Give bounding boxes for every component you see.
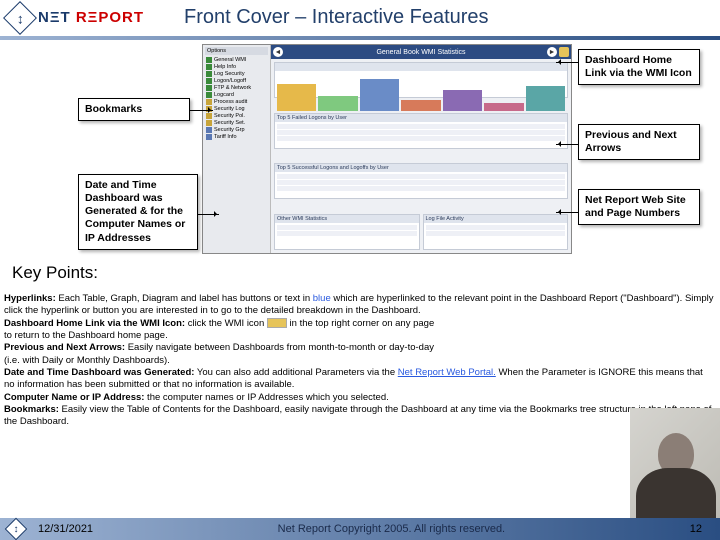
- tree-icon: [206, 64, 212, 70]
- bookmark-item[interactable]: Security Grp: [205, 126, 268, 133]
- bookmark-item[interactable]: Logcard: [205, 91, 268, 98]
- dashboard-main: ◄ General Book WMI Statistics ► Top 5 Fa…: [271, 45, 571, 253]
- tree-icon: [206, 134, 212, 140]
- logo-diamond-icon: ↕: [3, 1, 37, 35]
- table-panel[interactable]: Other WMI Statistics: [274, 214, 420, 251]
- panel-header: Top 5 Failed Logons by User: [275, 114, 567, 122]
- brand-report: RΞPORT: [76, 9, 144, 26]
- callout-bookmarks: Bookmarks: [78, 98, 190, 121]
- chart-panel[interactable]: [274, 62, 568, 98]
- wmi-home-icon[interactable]: [559, 47, 569, 57]
- callout-arrow: [189, 110, 213, 111]
- callout-arrow: [556, 144, 578, 145]
- dashboard-titlebar: ◄ General Book WMI Statistics ►: [271, 45, 571, 59]
- decorative-photo: [630, 408, 720, 528]
- wmi-inline-icon: [267, 318, 287, 328]
- tree-icon: [206, 57, 212, 63]
- footer-copyright: Net Report Copyright 2005. All rights re…: [278, 523, 505, 535]
- footer-logo-icon: ↕: [5, 518, 28, 540]
- panel-header: Other WMI Statistics: [275, 215, 419, 223]
- bookmark-item[interactable]: Security Pol.: [205, 112, 268, 119]
- tree-icon: [206, 113, 212, 119]
- bookmark-item[interactable]: Log Security: [205, 70, 268, 77]
- callout-arrow: [556, 212, 578, 213]
- brand-net: NΞT: [38, 9, 76, 26]
- bookmark-item[interactable]: Security Log: [205, 105, 268, 112]
- dashboard-body: Top 5 Failed Logons by User Top 5 Succes…: [271, 59, 571, 253]
- bookmark-item[interactable]: Tariff Info: [205, 133, 268, 140]
- table-panel[interactable]: Top 5 Failed Logons by User: [274, 113, 568, 149]
- bookmark-item[interactable]: Logon/Logoff: [205, 77, 268, 84]
- panel-header: [275, 63, 567, 71]
- blue-text-sample: blue: [313, 293, 331, 304]
- keypoints-heading: Key Points:: [12, 263, 98, 283]
- keypoints-body: Hyperlinks: Each Table, Graph, Diagram a…: [4, 293, 714, 429]
- footer-date: 12/31/2021: [38, 523, 93, 535]
- next-arrow-icon[interactable]: ►: [547, 47, 557, 57]
- panel-header: Top 5 Successful Logons and Logoffs by U…: [275, 164, 567, 172]
- callout-arrow: [197, 214, 219, 215]
- panel-header: Log File Activity: [424, 215, 568, 223]
- tree-icon: [206, 99, 212, 105]
- tree-icon: [206, 92, 212, 98]
- slide-footer: ↕ 12/31/2021 Net Report Copyright 2005. …: [0, 518, 720, 540]
- callout-datetime: Date and Time Dashboard was Generated & …: [78, 174, 198, 250]
- callout-dashhome: Dashboard Home Link via the WMI Icon: [578, 49, 700, 85]
- bookmark-item[interactable]: Security Set.: [205, 119, 268, 126]
- tree-icon: [206, 85, 212, 91]
- brand-logo: ↕ NΞT RΞPORT: [8, 6, 144, 30]
- bookmarks-pane[interactable]: Options General WMI Help Info Log Securi…: [203, 45, 271, 253]
- bookmark-item[interactable]: Process audit: [205, 98, 268, 105]
- bookmark-item[interactable]: Help Info: [205, 63, 268, 70]
- tree-icon: [206, 78, 212, 84]
- callout-prevnext: Previous and Next Arrows: [578, 124, 700, 160]
- bookmark-item[interactable]: FTP & Network: [205, 84, 268, 91]
- tree-icon: [206, 127, 212, 133]
- bookmark-item[interactable]: General WMI: [205, 56, 268, 63]
- callout-netreport: Net Report Web Site and Page Numbers: [578, 189, 700, 225]
- footer-page-number: 12: [690, 523, 702, 535]
- dashboard-title: General Book WMI Statistics: [376, 49, 465, 56]
- callout-arrow: [556, 62, 578, 63]
- dashboard-screenshot: Options General WMI Help Info Log Securi…: [202, 44, 572, 254]
- table-panel[interactable]: Top 5 Successful Logons and Logoffs by U…: [274, 163, 568, 199]
- diagram-area: Options General WMI Help Info Log Securi…: [0, 44, 720, 314]
- bookmarks-header: Options: [205, 47, 268, 55]
- tree-icon: [206, 71, 212, 77]
- slide-header: ↕ NΞT RΞPORT Front Cover – Interactive F…: [0, 0, 720, 35]
- tree-icon: [206, 120, 212, 126]
- netreport-portal-link[interactable]: Net Report Web Portal.: [398, 367, 496, 378]
- prev-arrow-icon[interactable]: ◄: [273, 47, 283, 57]
- table-panel[interactable]: Log File Activity: [423, 214, 569, 251]
- bar-chart: [275, 71, 567, 113]
- header-divider: [0, 36, 720, 40]
- page-title: Front Cover – Interactive Features: [184, 6, 489, 29]
- brand-text: NΞT RΞPORT: [38, 9, 144, 26]
